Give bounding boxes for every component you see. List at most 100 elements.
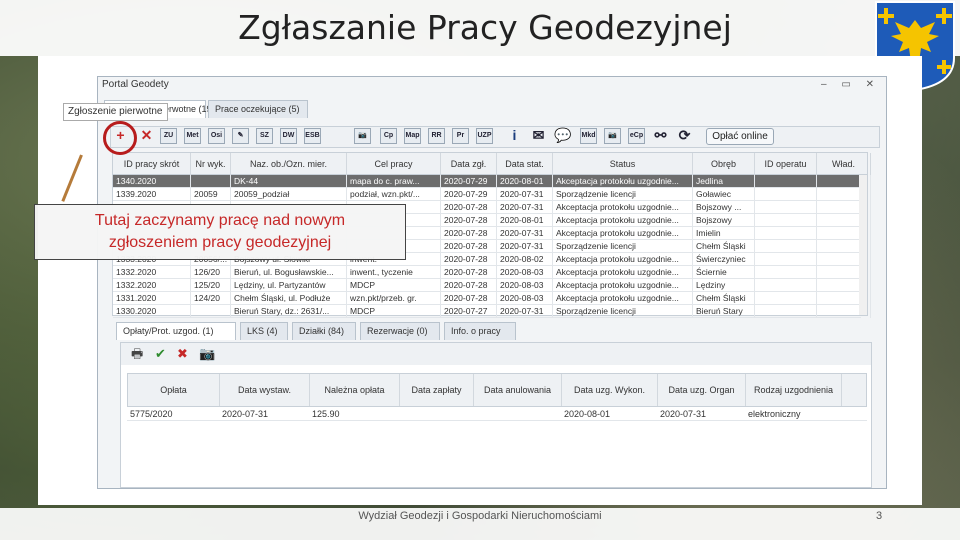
grid-header-cell[interactable]: ID operatu [755,153,817,175]
delete-icon[interactable]: ✕ [138,128,155,144]
grid-header-cell[interactable]: Obręb [693,153,755,175]
edit-icon[interactable]: ✎ [232,128,249,144]
table-cell: 2020-07-31 [497,201,553,214]
table-cell: MDCP [347,305,441,318]
table-cell: 2020-08-03 [497,279,553,292]
table-cell [755,188,817,201]
table-cell: 2020-07-29 [441,175,497,188]
grid-header-cell[interactable]: Data stat. [497,153,553,175]
fees-header-cell[interactable]: Data zapłaty [400,374,474,406]
window-controls[interactable]: – ▭ ✕ [821,79,880,90]
camera-icon[interactable]: 📷 [199,346,215,361]
fees-toolbar: 🖶 ✔ ✖ 📷 [121,343,871,365]
table-cell: 2020-07-28 [441,201,497,214]
info-icon[interactable]: i [506,128,523,144]
fees-cell: 5775/2020 [130,409,173,419]
table-cell: 2020-07-31 [497,305,553,318]
table-cell [755,266,817,279]
esb-icon[interactable]: ESB [304,128,321,144]
table-row[interactable]: 1340.2020 DK-44 mapa do c. praw... 2020-07-… [113,175,871,188]
table-cell [755,227,817,240]
grid-header-cell[interactable]: Data zgł. [441,153,497,175]
tab-prace-oczekujace[interactable]: Prace oczekujące (5) [208,100,308,118]
fees-header-cell[interactable]: Data anulowania [474,374,562,406]
print-icon[interactable]: 🖶 [131,346,143,361]
fees-panel: 🖶 ✔ ✖ 📷 Opłata Data wystaw. Należna opłata… [120,342,872,488]
grid-header: ID pracy skrót Nr wyk. Naz. ob./Ozn. mier.… [113,153,871,175]
grid-header-cell[interactable]: Status [553,153,693,175]
table-cell: inwent., tyczenie [347,266,441,279]
table-cell: 125/20 [191,279,231,292]
map-icon[interactable]: Map [404,128,421,144]
fees-header-cell[interactable]: Data wystaw. [220,374,310,406]
tab-callout-label: Zgłoszenie pierwotne [63,103,168,121]
table-row[interactable]: 1332.2020 126/20 Bieruń, ul. Bogusławskie.… [113,266,871,279]
callout-line-2: zgłoszeniem pracy geodezyjnej [108,234,332,251]
table-cell [755,279,817,292]
table-cell: Akceptacja protokołu uzgodnie... [553,227,693,240]
binoculars-icon[interactable]: ⚯ [652,128,669,144]
mail-icon[interactable]: ✉ [530,128,547,144]
table-cell: 124/20 [191,292,231,305]
uzp-icon[interactable]: UZP [476,128,493,144]
pr-icon[interactable]: Pr [452,128,469,144]
fees-header: Opłata Data wystaw. Należna opłata Data zap… [127,373,867,407]
refresh-icon[interactable]: ⟳ [676,128,693,144]
slide-title: Zgłaszanie Pracy Geodezyjnej [238,8,732,47]
table-cell: 1340.2020 [113,175,191,188]
grid-header-cell[interactable]: Wład. [817,153,871,175]
table-cell: Akceptacja protokołu uzgodnie... [553,279,693,292]
grid-header-cell[interactable]: Naz. ob./Ozn. mier. [231,153,347,175]
ecp-icon[interactable]: eCp [628,128,645,144]
tab-info-o-pracy[interactable]: Info. o pracy [444,322,516,340]
fees-header-cell[interactable]: Data uzg. Organ [658,374,746,406]
grid-header-cell[interactable]: Cel pracy [347,153,441,175]
chat-icon[interactable]: 💬 [554,128,571,144]
grid-header-cell[interactable]: ID pracy skrót [113,153,191,175]
table-cell [755,305,817,318]
sz-icon[interactable]: SZ [256,128,273,144]
table-cell: 2020-08-03 [497,266,553,279]
fees-header-cell[interactable]: Data uzg. Wykon. [562,374,658,406]
fees-header-cell[interactable]: Należna opłata [310,374,400,406]
accept-icon[interactable]: ✔ [155,346,166,361]
table-row[interactable]: 1332.2020 125/20 Lędziny, ul. Partyzantów M… [113,279,871,292]
table-cell: Chełm Śląski, ul. Podłuże [231,292,347,305]
grid-scrollbar[interactable] [859,175,867,315]
fees-header-cell[interactable]: Rodzaj uzgodnienia [746,374,842,406]
fees-cell: 2020-07-31 [222,409,269,419]
reject-icon[interactable]: ✖ [177,346,188,361]
table-cell: DK-44 [231,175,347,188]
pay-online-button[interactable]: Opłać online [706,128,774,145]
table-cell: Imielin [693,227,755,240]
table-cell: 20059 [191,188,231,201]
table-row[interactable]: 1331.2020 124/20 Chełm Śląski, ul. Podłuże… [113,292,871,305]
osi-icon[interactable]: Osi [208,128,225,144]
fees-header-cell[interactable]: Opłata [128,374,220,406]
table-cell: Bieruń Stary [693,305,755,318]
photo-icon[interactable]: 📷 [604,128,621,144]
tab-dzialki[interactable]: Działki (84) [292,322,356,340]
table-cell: 126/20 [191,266,231,279]
met-icon[interactable]: Met [184,128,201,144]
table-cell: 2020-07-28 [441,214,497,227]
zu-icon[interactable]: ZU [160,128,177,144]
tab-oplaty[interactable]: Opłaty/Prot. uzgod. (1) [116,322,236,340]
mkd-icon[interactable]: Mkd [580,128,597,144]
fees-cell [473,407,561,421]
dw-icon[interactable]: DW [280,128,297,144]
table-cell: Jedlina [693,175,755,188]
table-cell: 2020-08-02 [497,253,553,266]
callout-box: Tutaj zaczynamy pracę nad nowym zgłoszen… [34,204,406,260]
tab-rezerwacje[interactable]: Rezerwacje (0) [360,322,440,340]
camera-icon[interactable]: 📷 [354,128,371,144]
tab-lks[interactable]: LKS (4) [240,322,288,340]
grid-header-cell[interactable]: Nr wyk. [191,153,231,175]
table-row[interactable]: 1330.2020 Bieruń Stary, dz.: 2631/... MDCP… [113,305,871,318]
table-cell: 2020-08-01 [497,214,553,227]
table-cell: 2020-07-28 [441,279,497,292]
cp-icon[interactable]: Cp [380,128,397,144]
rr-icon[interactable]: RR [428,128,445,144]
fees-row[interactable]: 5775/2020 2020-07-31 125.90 2020-08-01 2020-… [127,407,867,421]
table-row[interactable]: 1339.2020 20059 20059_podział podział, wzn.… [113,188,871,201]
